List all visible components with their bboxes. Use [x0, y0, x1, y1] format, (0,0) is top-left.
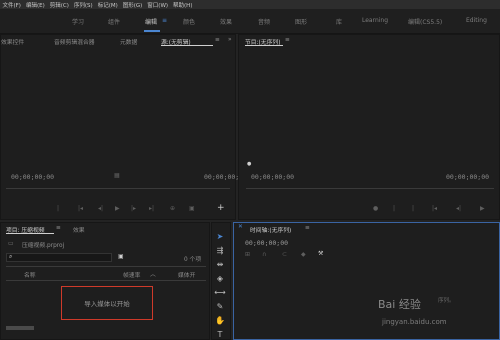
import-media-label: 导入媒体以开始	[84, 300, 130, 308]
workspace-color[interactable]: 颜色	[183, 17, 195, 26]
razor-tool-icon[interactable]: ◈	[213, 272, 227, 284]
source-go-to-in-icon[interactable]: |◂	[78, 205, 83, 212]
column-name[interactable]: 名称	[24, 270, 36, 279]
program-playhead-dot: ●	[247, 161, 252, 167]
source-step-back-icon[interactable]: ◂|	[98, 205, 103, 212]
workspace-learn[interactable]: 学习	[72, 17, 84, 26]
program-mark-out-icon[interactable]: |	[412, 205, 414, 212]
program-panel-menu-icon[interactable]: ≡	[285, 37, 290, 43]
menu-help[interactable]: 帮助(H)	[171, 1, 195, 9]
timeline-empty-hint-fragment: 序列。	[438, 298, 455, 304]
timeline-panel-title[interactable]: 时间轴:(无序列)	[250, 225, 291, 234]
project-file-icon: ▭	[8, 240, 14, 247]
program-mark-in-icon[interactable]: |	[393, 205, 395, 212]
timeline-panel-menu-icon[interactable]: ≡	[305, 225, 310, 231]
import-media-prompt[interactable]: 导入媒体以开始	[61, 286, 153, 320]
project-scrollbar-icon[interactable]	[6, 326, 34, 330]
type-tool-icon[interactable]: T	[213, 328, 227, 340]
program-timecode-current[interactable]: 00;00;00;00	[251, 173, 294, 181]
workspace-editing[interactable]: 编辑	[145, 17, 157, 26]
project-header-divider	[6, 280, 206, 281]
new-bin-icon[interactable]: ▣	[118, 253, 124, 260]
workspace-menu-icon[interactable]: ≡	[162, 17, 167, 24]
project-tab-underline	[6, 233, 54, 234]
tab-audio-clip-mixer[interactable]: 音频剪辑混合器	[54, 37, 95, 46]
workspace-editing-cs55[interactable]: 编辑(CS5.5)	[408, 17, 442, 26]
workspace-libraries[interactable]: 库	[336, 17, 342, 26]
selection-tool-icon[interactable]: ➤	[213, 230, 227, 242]
source-play-icon[interactable]: ▶	[115, 205, 120, 212]
menu-clip[interactable]: 剪辑(C)	[47, 1, 71, 9]
workspace-effects[interactable]: 效果	[220, 17, 232, 26]
hand-tool-icon[interactable]: ✋	[213, 314, 227, 326]
program-step-back-icon[interactable]: ◂|	[456, 205, 461, 212]
project-filename: 压缩视频.prproj	[22, 243, 65, 249]
program-tab-underline	[245, 45, 283, 46]
add-marker-icon[interactable]: ◆	[301, 251, 306, 258]
workspace-learning[interactable]: Learning	[362, 17, 388, 24]
program-go-to-in-icon[interactable]: |◂	[432, 205, 437, 212]
track-select-tool-icon[interactable]: ⇶	[213, 244, 227, 256]
source-tab-underline	[161, 45, 213, 46]
pen-tool-icon[interactable]: ✎	[213, 300, 227, 312]
tab-overflow-icon[interactable]: »	[228, 37, 232, 43]
workspace-assembly[interactable]: 组件	[108, 17, 120, 26]
menu-bar: 文件(F) 编辑(E) 剪辑(C) 序列(S) 标记(M) 图形(G) 窗口(W…	[0, 0, 500, 9]
project-item-count: 0 个项	[184, 257, 202, 263]
source-step-forward-icon[interactable]: |▸	[131, 205, 136, 212]
source-monitor-panel	[0, 34, 236, 220]
project-panel-menu-icon[interactable]: ≡	[56, 225, 61, 231]
tab-effects[interactable]: 效果	[73, 225, 85, 234]
wrench-icon[interactable]: ⚒	[318, 250, 323, 257]
column-media-start[interactable]: 媒体开	[178, 270, 195, 279]
watermark-brand: Bai 经验	[378, 298, 421, 311]
timeline-timecode[interactable]: 00;00;00;00	[245, 239, 288, 247]
search-icon: ⌕	[9, 253, 13, 260]
source-go-to-out-icon[interactable]: ▸|	[149, 205, 154, 212]
source-insert-icon[interactable]: ⊕	[170, 205, 175, 212]
source-timecode-current[interactable]: 00;00;00;00	[11, 173, 54, 181]
source-mark-in-icon[interactable]: |	[57, 205, 59, 212]
program-play-icon[interactable]: ▶	[480, 205, 485, 212]
tab-metadata[interactable]: 元数据	[120, 37, 137, 46]
project-search-input[interactable]	[6, 253, 112, 262]
menu-edit[interactable]: 编辑(E)	[23, 1, 47, 9]
menu-sequence[interactable]: 序列(S)	[71, 1, 95, 9]
source-scrubber[interactable]	[6, 188, 230, 189]
workspace-graphics[interactable]: 图形	[295, 17, 307, 26]
snap-icon[interactable]: ∩	[262, 251, 266, 258]
workspace-active-indicator	[144, 30, 160, 32]
menu-graphics[interactable]: 图形(G)	[120, 1, 145, 9]
project-column-divider	[6, 266, 206, 267]
source-panel-menu-icon[interactable]: ≡	[215, 37, 220, 43]
workspace-editing-en[interactable]: Editing	[466, 17, 487, 24]
menu-file[interactable]: 文件(F)	[0, 1, 23, 9]
source-settings-icon[interactable]: ▦	[114, 172, 120, 179]
source-export-frame-icon[interactable]: ▣	[189, 205, 195, 212]
program-monitor-panel	[238, 34, 500, 220]
ripple-edit-tool-icon[interactable]: ⇹	[213, 258, 227, 270]
source-add-button-icon[interactable]: +	[217, 203, 225, 213]
program-timecode-duration: 00;00;00;00	[446, 173, 490, 181]
sort-chevron-up-icon[interactable]: ︿	[150, 269, 156, 278]
menu-window[interactable]: 窗口(W)	[145, 1, 171, 9]
watermark-url: jingyan.baidu.com	[382, 318, 447, 326]
linked-selection-icon[interactable]: ⊂	[282, 251, 287, 258]
workspace-audio[interactable]: 音频	[258, 17, 270, 26]
tab-effect-controls[interactable]: 效果控件	[1, 37, 24, 46]
slip-tool-icon[interactable]: ⟷	[213, 286, 227, 298]
column-frame-rate[interactable]: 帧速率	[123, 270, 140, 279]
workspace-bar: 学习 组件 编辑 ≡ 颜色 效果 音频 图形 库 Learning 编辑(CS5…	[0, 9, 500, 34]
menu-markers[interactable]: 标记(M)	[95, 1, 120, 9]
program-add-marker-icon[interactable]: ●	[373, 205, 378, 212]
nest-icon[interactable]: ⊞	[245, 251, 250, 258]
program-scrubber[interactable]	[246, 188, 494, 189]
timeline-close-icon[interactable]: ✕	[238, 224, 243, 230]
